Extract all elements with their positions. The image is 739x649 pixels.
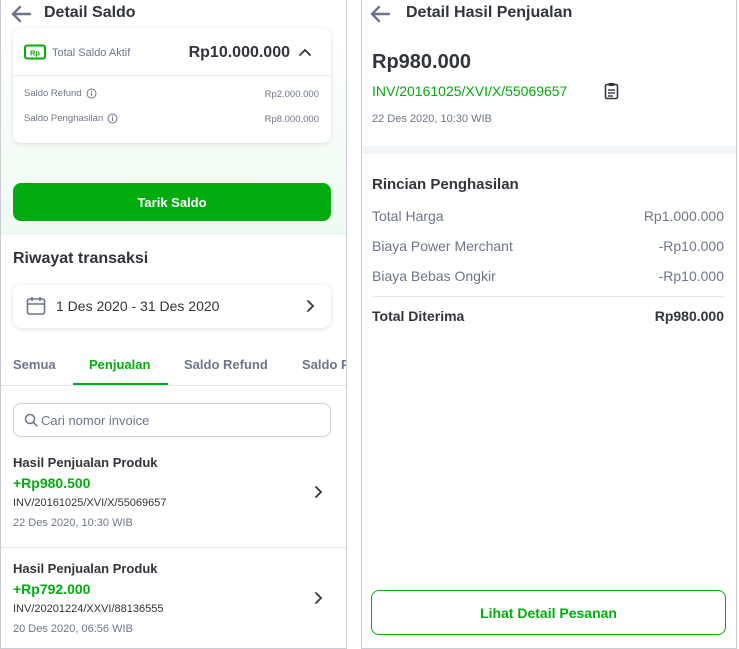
date-range-picker[interactable]: 1 Des 2020 - 31 Des 2020 [13, 285, 331, 328]
chevron-right-icon [315, 486, 323, 498]
saldo-penghasilan-label: Saldo Penghasilan [24, 113, 118, 124]
page-title: Detail Hasil Penjualan [406, 4, 573, 21]
date-range-text: 1 Des 2020 - 31 Des 2020 [56, 298, 220, 314]
chevron-up-icon[interactable] [299, 48, 311, 56]
app-bar: Detail Saldo [1, 0, 346, 30]
back-arrow-icon[interactable] [369, 4, 391, 24]
tab-saldo-refund[interactable]: Saldo Refund [184, 357, 268, 372]
transaction-amount: +Rp792.000 [13, 581, 91, 597]
app-bar: Detail Hasil Penjualan [362, 0, 736, 30]
info-icon[interactable] [86, 88, 97, 99]
transaction-amount: +Rp980.500 [13, 475, 91, 491]
saldo-refund-label: Saldo Refund [24, 88, 97, 99]
detail-saldo-screen: Detail Saldo Rp Total Saldo Aktif Rp10.0… [0, 0, 347, 649]
sale-amount: Rp980.000 [372, 51, 471, 73]
section-divider [362, 146, 736, 154]
biaya-power-merchant-value: -Rp10.000 [658, 238, 724, 254]
chevron-right-icon [307, 300, 315, 312]
invoice-number[interactable]: INV/20161025/XVI/X/55069657 [372, 83, 567, 99]
total-diterima-label: Total Diterima [372, 308, 465, 324]
total-diterima-value: Rp980.000 [654, 308, 724, 324]
page-title: Detail Saldo [44, 4, 136, 21]
biaya-bebas-ongkir-value: -Rp10.000 [658, 268, 724, 284]
transaction-title: Hasil Penjualan Produk [13, 455, 158, 470]
total-harga-value: Rp1.000.000 [643, 208, 724, 224]
history-title: Riwayat transaksi [13, 250, 149, 267]
income-details-title: Rincian Penghasilan [372, 176, 519, 193]
active-tab-indicator [73, 383, 168, 385]
chevron-right-icon [315, 592, 323, 604]
biaya-bebas-ongkir-label: Biaya Bebas Ongkir [372, 268, 496, 284]
transaction-title: Hasil Penjualan Produk [13, 561, 158, 576]
info-icon[interactable] [107, 113, 118, 124]
sale-date: 22 Des 2020, 10:30 WIB [372, 113, 492, 125]
tarik-saldo-button[interactable]: Tarik Saldo [13, 183, 331, 221]
transaction-item[interactable]: Hasil Penjualan Produk +Rp980.500 INV/20… [1, 455, 346, 555]
saldo-refund-text: Saldo Refund [24, 88, 82, 99]
biaya-power-merchant-label: Biaya Power Merchant [372, 238, 513, 254]
divider [1, 547, 346, 548]
saldo-penghasilan-text: Saldo Penghasilan [24, 113, 104, 124]
total-saldo-label: Total Saldo Aktif [52, 47, 131, 59]
lihat-detail-pesanan-button[interactable]: Lihat Detail Pesanan [371, 590, 726, 635]
transaction-date: 20 Des 2020, 06:56 WIB [13, 623, 133, 635]
transaction-tabs: Semua Penjualan Saldo Refund Saldo Pengh… [1, 345, 346, 386]
transaction-date: 22 Des 2020, 10:30 WIB [13, 517, 133, 529]
tab-penjualan[interactable]: Penjualan [89, 357, 150, 372]
divider [372, 296, 725, 297]
search-icon [24, 413, 38, 427]
transaction-item[interactable]: Hasil Penjualan Produk +Rp792.000 INV/20… [1, 561, 346, 648]
saldo-refund-value: Rp2.000.000 [264, 89, 319, 100]
copy-icon[interactable] [604, 82, 619, 100]
search-box [13, 403, 331, 437]
saldo-summary-toggle[interactable]: Rp Total Saldo Aktif Rp10.000.000 [13, 28, 331, 76]
back-arrow-icon[interactable] [10, 4, 32, 24]
tab-saldo-penghasilan[interactable]: Saldo Penghasilan [302, 357, 346, 372]
total-harga-label: Total Harga [372, 208, 444, 224]
saldo-penghasilan-value: Rp8.000.000 [264, 114, 319, 125]
saldo-rp-icon: Rp [24, 44, 46, 60]
search-input[interactable] [41, 410, 321, 430]
transaction-invoice: INV/20161025/XVI/X/55069657 [13, 497, 167, 509]
svg-text:Rp: Rp [30, 49, 40, 58]
tab-semua[interactable]: Semua [13, 357, 56, 372]
detail-hasil-penjualan-screen: Detail Hasil Penjualan Rp980.000 INV/201… [361, 0, 737, 649]
calendar-icon [26, 297, 46, 315]
total-saldo-value: Rp10.000.000 [188, 44, 290, 61]
transaction-invoice: INV/20201224/XXVI/88136555 [13, 603, 164, 615]
saldo-card: Rp Total Saldo Aktif Rp10.000.000 Saldo … [13, 28, 331, 143]
